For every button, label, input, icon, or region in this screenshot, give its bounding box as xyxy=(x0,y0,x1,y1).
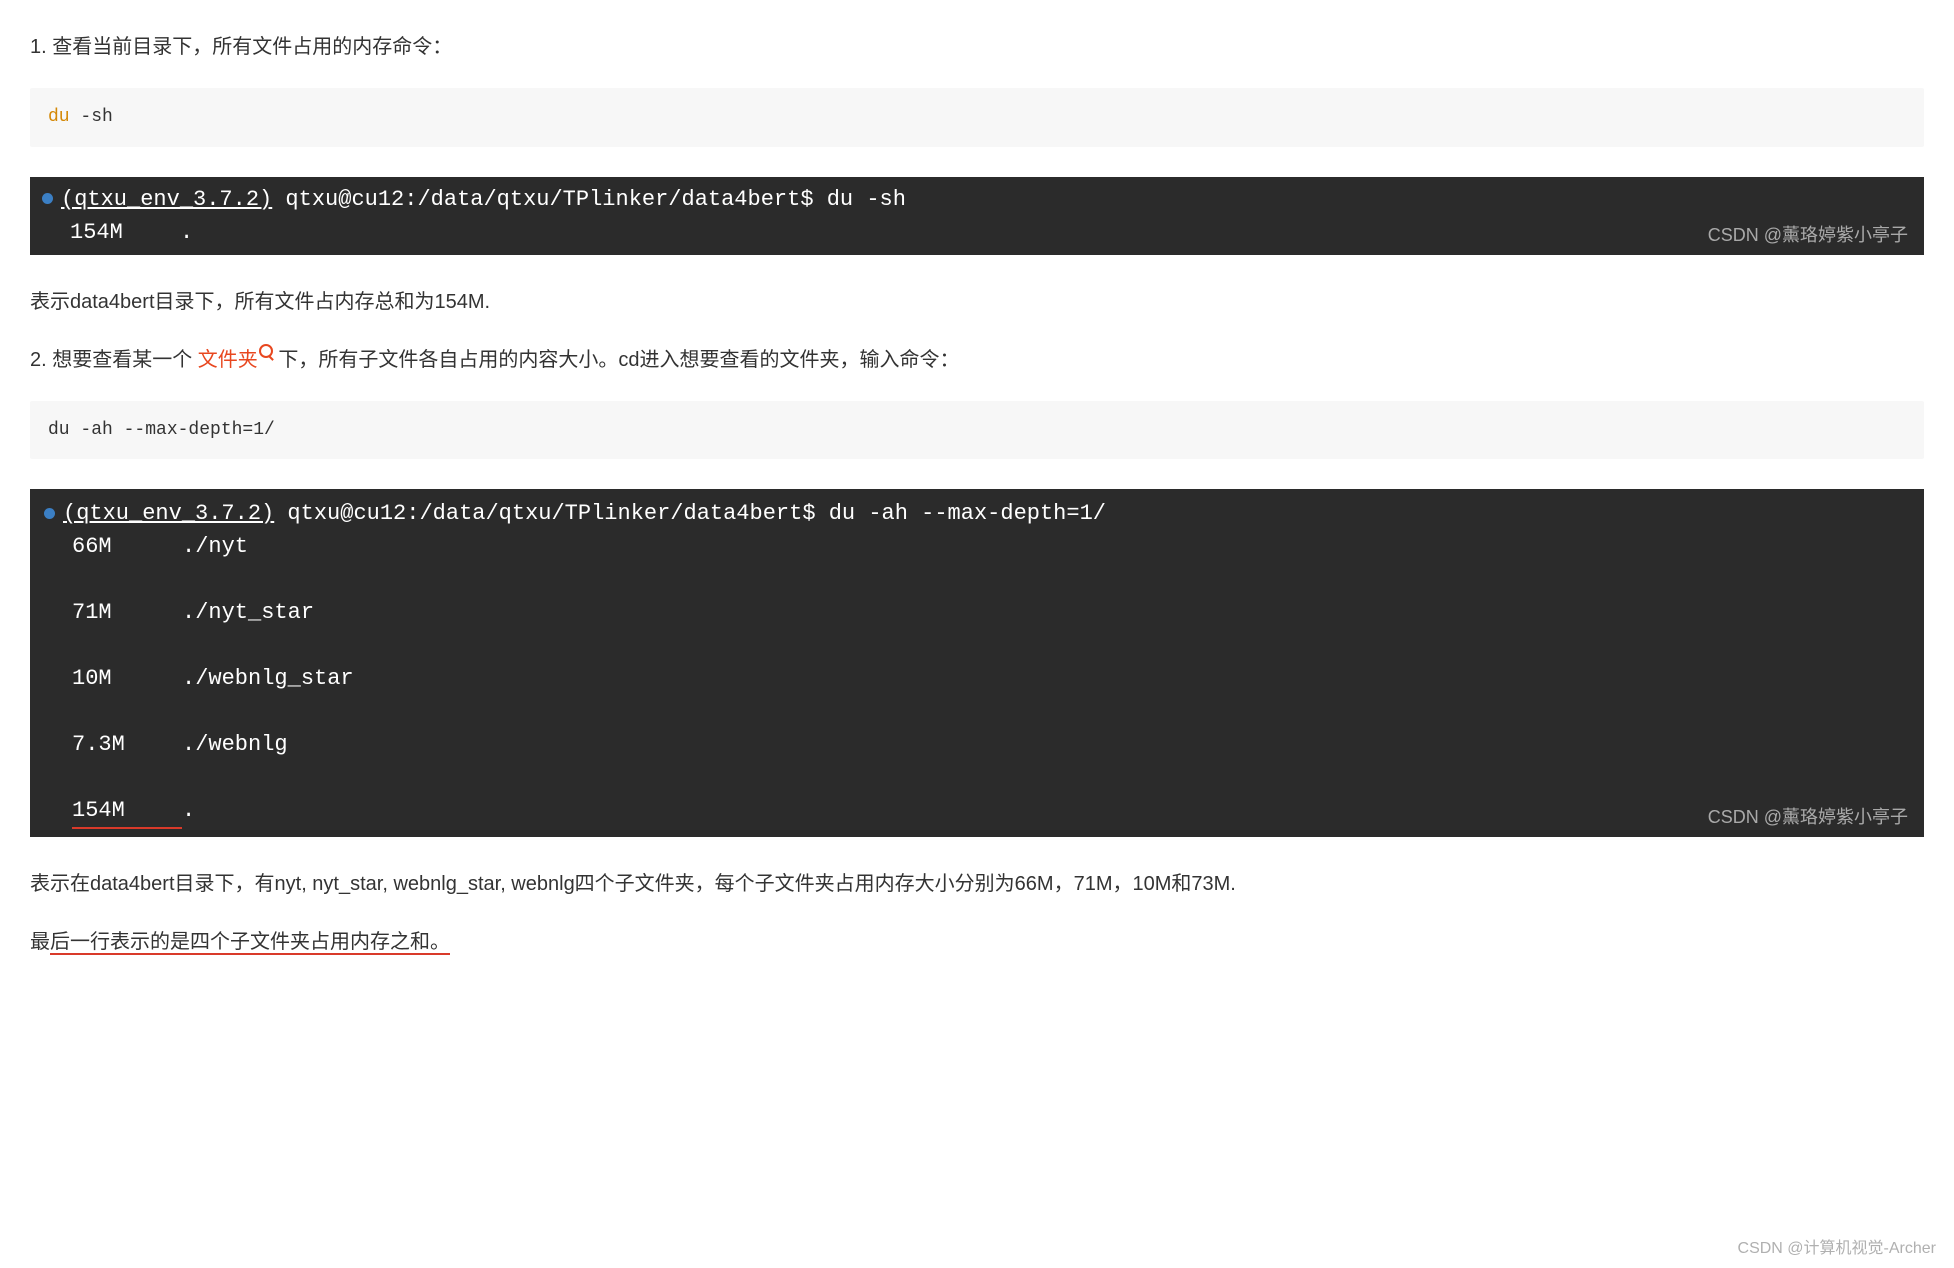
final-underlined: 后一行表示的是四个子文件夹占用内存之和。 xyxy=(50,931,450,955)
terminal-row: 154M. xyxy=(44,794,1910,829)
terminal-row: 66M./nyt xyxy=(44,530,1910,563)
terminal-size: 71M xyxy=(72,596,182,629)
section2-heading: 2. 想要查看某一个 文件夹 下，所有子文件各自占用的内容大小。cd进入想要查看… xyxy=(30,343,1924,377)
heading-post: 下，所有子文件各自占用的内容大小。cd进入想要查看的文件夹，输入命令： xyxy=(273,349,960,371)
terminal-row: 7.3M./webnlg xyxy=(44,728,1910,761)
terminal-row: 71M./nyt_star xyxy=(44,596,1910,629)
terminal-bullet-icon xyxy=(42,193,53,204)
terminal-path: . xyxy=(182,798,195,823)
section2-explain: 表示在data4bert目录下，有nyt, nyt_star, webnlg_s… xyxy=(30,867,1924,901)
terminal-row: 154M. xyxy=(42,216,1912,249)
terminal-bullet-icon xyxy=(44,508,55,519)
terminal-cmd: du -ah --max-depth=1/ xyxy=(829,501,1106,526)
code-keyword: du xyxy=(48,107,70,127)
code-block-1: du -sh xyxy=(30,88,1924,147)
terminal-output-2: (qtxu_env_3.7.2) qtxu@cu12:/data/qtxu/TP… xyxy=(30,489,1924,837)
terminal-row: 10M./webnlg_star xyxy=(44,662,1910,695)
search-icon[interactable] xyxy=(259,344,273,358)
section2-final: 最后一行表示的是四个子文件夹占用内存之和。 xyxy=(30,925,1924,959)
terminal-path: ./webnlg xyxy=(182,732,288,757)
terminal-size: 154M xyxy=(70,216,180,249)
terminal-size: 66M xyxy=(72,530,182,563)
terminal-env: (qtxu_env_3.7.2) xyxy=(61,187,272,212)
terminal-watermark: CSDN @薰珞婷紫小亭子 xyxy=(1708,222,1908,249)
terminal-watermark: CSDN @薰珞婷紫小亭子 xyxy=(1708,804,1908,831)
terminal-prompt: qtxu@cu12:/data/qtxu/TPlinker/data4bert$ xyxy=(272,187,827,212)
page-watermark: CSDN @计算机视觉-Archer xyxy=(1738,1235,1936,1262)
terminal-size: 10M xyxy=(72,662,182,695)
code-rest: -sh xyxy=(70,107,113,127)
code-block-2: du -ah --max-depth=1/ xyxy=(30,401,1924,460)
terminal-output-1: (qtxu_env_3.7.2) qtxu@cu12:/data/qtxu/TP… xyxy=(30,177,1924,255)
terminal-env: (qtxu_env_3.7.2) xyxy=(63,501,274,526)
terminal-path: . xyxy=(180,220,193,245)
final-pre: 最 xyxy=(30,931,50,953)
terminal-prompt: qtxu@cu12:/data/qtxu/TPlinker/data4bert$ xyxy=(274,501,829,526)
folder-link[interactable]: 文件夹 xyxy=(198,349,258,371)
terminal-size-total: 154M xyxy=(72,794,182,829)
section1-heading: 1. 查看当前目录下，所有文件占用的内存命令： xyxy=(30,30,1924,64)
terminal-cmd: du -sh xyxy=(827,187,906,212)
heading-pre: 2. 想要查看某一个 xyxy=(30,349,198,371)
terminal-path: ./nyt xyxy=(182,534,248,559)
terminal-size: 7.3M xyxy=(72,728,182,761)
terminal-path: ./nyt_star xyxy=(182,600,314,625)
section1-explain: 表示data4bert目录下，所有文件占内存总和为154M. xyxy=(30,285,1924,319)
terminal-path: ./webnlg_star xyxy=(182,666,354,691)
